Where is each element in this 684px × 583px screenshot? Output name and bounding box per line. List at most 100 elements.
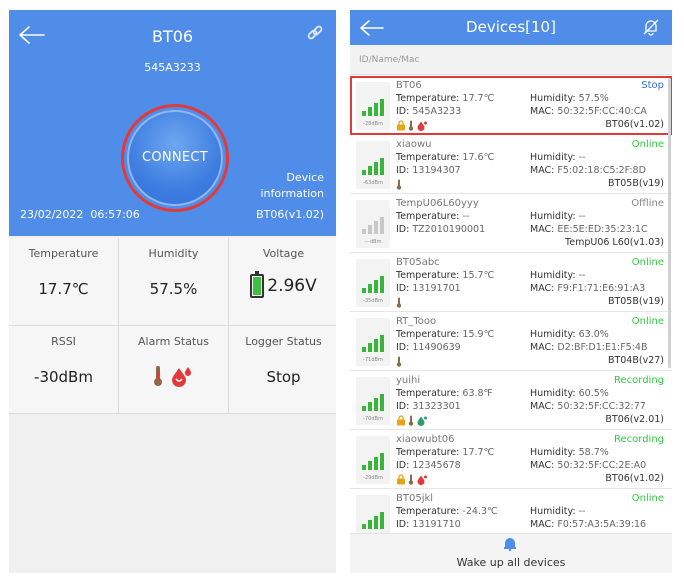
signal-strength: ---dBm	[356, 200, 390, 248]
device-id: ID: 12345678	[396, 460, 461, 471]
device-model: TempU06 L60(v1.03)	[565, 237, 664, 248]
device-id: ID: 545A3233	[396, 106, 462, 117]
humidity-alarm-icon	[417, 475, 427, 485]
device-name: xiaowu	[396, 139, 432, 150]
temperature-label: Temperature	[28, 247, 99, 260]
readings-grid: Temperature 17.7℃ Humidity 57.5% Voltage…	[9, 238, 336, 414]
signal-bars-icon	[362, 99, 384, 116]
thermometer-icon	[408, 120, 414, 131]
device-humidity: Humidity: --	[530, 270, 586, 281]
signal-bars-icon	[362, 335, 384, 352]
device-humidity: Humidity: --	[530, 506, 586, 517]
signal-dbm: ---dBm	[364, 239, 382, 245]
device-name: RT_Tooo	[396, 316, 437, 327]
signal-strength: -28dBm	[356, 82, 390, 130]
device-model: BT05B(v19)	[607, 296, 664, 307]
device-id: ID: 31323301	[396, 401, 461, 412]
device-status: Recording	[613, 375, 664, 386]
signal-bars-icon	[362, 394, 384, 411]
signal-dbm: -29dBm	[363, 475, 383, 481]
device-status-icons	[396, 355, 402, 367]
device-row[interactable]: -71dBm RT_Tooo Online Temperature: 15.9℃…	[350, 312, 672, 371]
device-temperature: Temperature: 63.8℉	[396, 388, 493, 399]
humidity-icon	[417, 416, 427, 426]
device-id: ID: TZ2010190001	[396, 224, 486, 235]
device-humidity: Humidity: --	[530, 152, 586, 163]
device-humidity: Humidity: 57.5%	[530, 93, 609, 104]
device-humidity: Humidity: 60.5%	[530, 388, 609, 399]
signal-strength: -70dBm	[356, 377, 390, 425]
device-name: yuihi	[396, 375, 421, 386]
alarm-icons	[119, 364, 228, 392]
device-row[interactable]: -28dBm BT06 Stop Temperature: 17.7℃ Humi…	[350, 76, 672, 135]
lock-icon	[397, 414, 405, 425]
device-temperature: Temperature: 17.7℃	[396, 93, 495, 104]
device-mac: MAC: F9:F1:71:E6:91:A3	[530, 283, 646, 294]
list-title: Devices[10]	[466, 18, 556, 36]
datetime-text: 23/02/2022 06:57:06	[20, 208, 140, 221]
device-model: BT04B(v27)	[607, 355, 664, 366]
device-information-link[interactable]: Device information	[261, 170, 325, 202]
bell-icon	[504, 538, 516, 551]
device-id: ID: 13191701	[396, 283, 461, 294]
device-row[interactable]: -70dBm yuihi Recording Temperature: 63.8…	[350, 371, 672, 430]
device-mac: MAC: EE:5E:ED:35:23:1C	[530, 224, 648, 235]
temperature-cell: Temperature 17.7℃	[9, 238, 118, 325]
list-header: Devices[10]	[350, 10, 672, 45]
device-detail-screen: BT06 545A3233 CONNECT Device information…	[9, 10, 336, 573]
thermometer-icon	[396, 179, 402, 190]
device-status-icons	[396, 414, 428, 426]
device-row[interactable]: ---dBm TempU06L60yyy Offline Temperature…	[350, 194, 672, 253]
device-model: BT05B(v19)	[607, 178, 664, 189]
device-row[interactable]: -35dBm BT05abc Online Temperature: 15.7℃…	[350, 253, 672, 312]
device-id: 545A3233	[144, 61, 201, 74]
device-model: BT06(v2.01)	[605, 414, 664, 425]
link-icon[interactable]	[306, 24, 324, 42]
device-model: BT06(v1.02)	[605, 119, 664, 130]
signal-bars-icon	[362, 512, 384, 529]
device-status: Online	[631, 493, 664, 504]
signal-bars-icon	[362, 453, 384, 470]
bell-off-icon[interactable]	[642, 18, 660, 36]
thermometer-icon	[396, 297, 402, 308]
device-row[interactable]: -63dBm xiaowu Online Temperature: 17.6℃ …	[350, 135, 672, 194]
signal-dbm: -70dBm	[363, 416, 383, 422]
device-status-icons	[396, 178, 402, 190]
device-status-icons	[396, 296, 402, 308]
signal-dbm: -71dBm	[363, 357, 383, 363]
humidity-alarm-icon	[172, 367, 192, 387]
temperature-value: 17.7℃	[38, 280, 89, 298]
device-status-icons	[396, 473, 428, 485]
alarm-label: Alarm Status	[138, 335, 209, 348]
device-status: Online	[631, 257, 664, 268]
device-name: xiaowubt06	[396, 434, 455, 445]
signal-strength: -63dBm	[356, 141, 390, 189]
wake-all-label: Wake up all devices	[456, 556, 566, 569]
signal-bars-icon	[362, 217, 384, 234]
scrollbar[interactable]	[668, 78, 671, 368]
signal-dbm: -63dBm	[363, 180, 383, 186]
device-status: Recording	[613, 434, 664, 445]
device-row[interactable]: -29dBm xiaowubt06 Recording Temperature:…	[350, 430, 672, 489]
logger-value: Stop	[266, 368, 301, 386]
connect-button[interactable]: CONNECT	[127, 110, 223, 206]
device-mac: MAC: 50:32:5F:CC:2E:A0	[530, 460, 647, 471]
device-humidity: Humidity: 63.0%	[530, 329, 609, 340]
detail-header: BT06 545A3233 CONNECT Device information…	[9, 10, 336, 236]
device-mac: MAC: F0:57:A3:5A:39:16	[530, 519, 647, 530]
model-text: BT06(v1.02)	[256, 208, 324, 221]
device-name: TempU06L60yyy	[396, 198, 479, 209]
device-name: BT06	[396, 80, 422, 91]
device-temperature: Temperature: 17.7℃	[396, 447, 495, 458]
device-humidity: Humidity: 58.7%	[530, 447, 609, 458]
thermometer-icon	[408, 415, 414, 426]
voltage-value-wrap: 2.96V	[229, 271, 336, 298]
voltage-value: 2.96V	[267, 276, 317, 296]
device-temperature: Temperature: 15.7℃	[396, 270, 495, 281]
device-mac: MAC: F5:02:18:C5:2F:8D	[530, 165, 646, 176]
signal-strength: -71dBm	[356, 318, 390, 366]
humidity-cell: Humidity 57.5%	[119, 238, 228, 325]
search-input[interactable]: ID/Name/Mac	[350, 45, 672, 75]
wake-all-button[interactable]: Wake up all devices	[350, 533, 672, 573]
device-list-screen: Devices[10] ID/Name/Mac -28dBm BT06 Stop…	[350, 10, 672, 573]
